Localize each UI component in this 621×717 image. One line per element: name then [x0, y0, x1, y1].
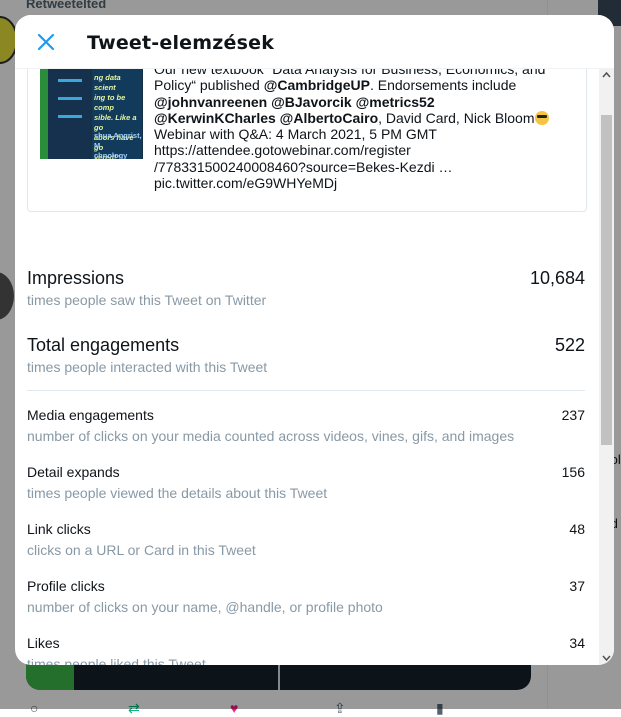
- mention-link[interactable]: @johnvanreenen @BJavorcik @metrics52: [154, 94, 435, 110]
- tweet-card[interactable]: ng data scient ing to be comp sible. Like …: [27, 68, 587, 212]
- tweet-text-line: pic.twitter.com/eG9WHYeMDj: [154, 175, 574, 191]
- chevron-down-icon: [602, 655, 611, 662]
- metric-label: Total engagements: [27, 335, 180, 355]
- tweet-text: Our new textbook “Data Analysis for Busi…: [154, 68, 574, 191]
- scrollbar-thumb[interactable]: [601, 115, 612, 445]
- metric-value: 156: [561, 464, 585, 480]
- metric-description: clicks on a URL or Card in this Tweet: [27, 542, 256, 558]
- thumbnail-caption: shua Angrist, Mchnology: [94, 131, 143, 159]
- tweet-text-line: /778331500240008460?source=Bekes-Kezdi …: [154, 159, 574, 175]
- metric-value: 48: [569, 521, 585, 537]
- metric-value: 10,684: [529, 268, 585, 288]
- metric-description: times people viewed the details about th…: [27, 485, 328, 501]
- tweet-text-line: Webinar with Q&A: 4 March 2021, 5 PM GMT: [154, 126, 574, 142]
- mention-link[interactable]: @CambridgeUP: [264, 77, 370, 93]
- metric-value: 34: [569, 635, 585, 651]
- profile-clicks-metric: Profile clicks 37 number of clicks on yo…: [27, 578, 585, 615]
- metric-value: 237: [561, 407, 585, 423]
- scroll-down-button[interactable]: [599, 651, 614, 665]
- mention-link[interactable]: @KerwinKCharles @AlbertoCairo: [154, 110, 378, 126]
- chevron-up-icon: [602, 71, 611, 78]
- detail-expands-metric: Detail expands 156 times people viewed t…: [27, 464, 585, 501]
- tweet-analytics-modal: Tweet-elemzések ng data scient ing to be …: [15, 15, 614, 665]
- thumbnail-caption-line: shua Angrist, M: [94, 131, 142, 150]
- close-button[interactable]: [33, 29, 59, 55]
- link-clicks-metric: Link clicks 48 clicks on a URL or Card i…: [27, 521, 585, 558]
- analytics-content: ng data scient ing to be comp sible. Like …: [15, 68, 599, 665]
- total-engagements-metric: Total engagements 522 times people inter…: [27, 335, 585, 375]
- scrollbar[interactable]: [599, 68, 614, 665]
- thumbnail-text-line: ing to be comp: [94, 93, 126, 112]
- modal-title: Tweet-elemzések: [87, 32, 275, 54]
- divider: [27, 390, 585, 391]
- metric-label: Likes: [27, 635, 60, 651]
- tweet-text-run: Policy“ published: [154, 77, 264, 94]
- metric-label: Media engagements: [27, 407, 154, 423]
- metric-description: number of clicks on your name, @handle, …: [27, 599, 383, 615]
- tweet-text-run: , David Card, Nick Bloom: [378, 109, 535, 126]
- tweet-text-line: Our new textbook “Data Analysis for Busi…: [154, 68, 574, 77]
- metric-description: times people liked this Tweet: [27, 656, 206, 665]
- tweet-text-run: Our new textbook “Data Analysis for Busi…: [154, 68, 546, 77]
- scroll-up-button[interactable]: [599, 68, 614, 82]
- metric-value: 37: [569, 578, 585, 594]
- metric-value: 522: [554, 335, 585, 355]
- modal-header: Tweet-elemzések: [15, 15, 614, 69]
- tweet-text-run: https://attendee.gotowebinar.com/registe…: [154, 142, 411, 159]
- thumbnail-text-line: sible. Like a go: [94, 113, 137, 132]
- tweet-text-line: Policy“ published @CambridgeUP. Endorsem…: [154, 77, 574, 93]
- tweet-text-line: @KerwinKCharles @AlbertoCairo, David Car…: [154, 110, 574, 126]
- metric-description: times people interacted with this Tweet: [27, 359, 268, 375]
- metric-label: Detail expands: [27, 464, 120, 480]
- thumbnail-caption-line: chnology: [94, 151, 128, 159]
- tweet-text-line: @johnvanreenen @BJavorcik @metrics52: [154, 94, 574, 110]
- tweet-text-run: pic.twitter.com/eG9WHYeMDj: [154, 175, 338, 192]
- tweet-text-run: /778331500240008460?source=Bekes-Kezdi …: [154, 158, 453, 175]
- metric-label: Impressions: [27, 268, 125, 288]
- close-icon: [37, 33, 55, 51]
- tweet-text-run: . Endorsements include: [369, 77, 517, 94]
- tweet-media-thumbnail[interactable]: ng data scient ing to be comp sible. Like …: [40, 68, 143, 159]
- sunglasses-emoji-icon: [534, 110, 549, 125]
- thumbnail-text-line: ng data scient: [94, 73, 121, 92]
- metric-label: Profile clicks: [27, 578, 105, 594]
- tweet-text-run: Webinar with Q&A: 4 March 2021, 5 PM GMT: [154, 126, 437, 143]
- media-engagements-metric: Media engagements 237 number of clicks o…: [27, 407, 585, 444]
- metric-description: number of clicks on your media counted a…: [27, 428, 515, 444]
- metric-label: Link clicks: [27, 521, 91, 537]
- likes-metric: Likes 34 times people liked this Tweet: [27, 635, 585, 665]
- tweet-text-line: https://attendee.gotowebinar.com/registe…: [154, 142, 574, 158]
- impressions-metric: Impressions 10,684 times people saw this…: [27, 268, 585, 308]
- metric-description: times people saw this Tweet on Twitter: [27, 292, 267, 308]
